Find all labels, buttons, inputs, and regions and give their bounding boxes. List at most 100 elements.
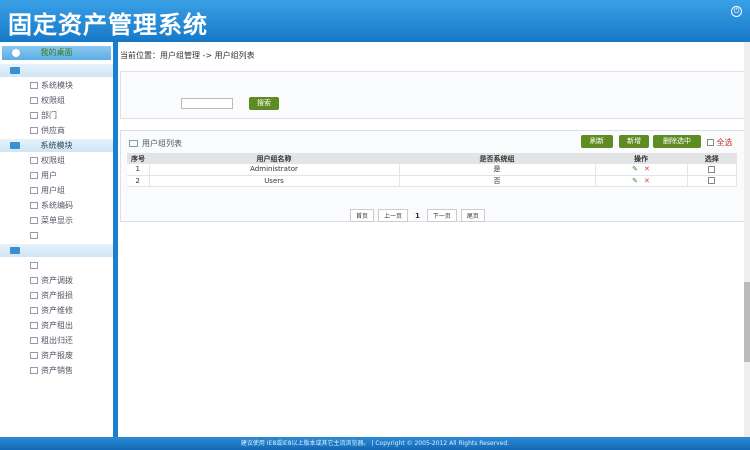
footer: 建议使用 IE8或IE8以上版本或其它主流浏览器。 | Copyright © … <box>0 437 750 450</box>
select-all-label: 全选 <box>716 138 733 147</box>
sidebar-desktop[interactable]: 我的桌面 <box>2 46 111 60</box>
user-group-table: 序号 用户组名称 是否系统组 操作 选择 1 Administrator 是 ✎… <box>127 153 737 187</box>
sidebar-group[interactable]: 系统模块 <box>0 139 113 152</box>
col-select: 选择 <box>687 153 737 164</box>
page-icon <box>30 337 38 344</box>
sidebar-item-label: 菜单显示 <box>41 216 73 225</box>
row-checkbox[interactable] <box>708 165 716 173</box>
table-row: 2 Users 否 ✎ ✕ <box>127 175 737 187</box>
row-system: 是 <box>399 164 596 176</box>
sidebar-item-label: 资产销售 <box>41 366 73 375</box>
sidebar-item[interactable]: 资产销售 <box>0 363 113 378</box>
search-input[interactable] <box>181 98 233 109</box>
delete-selected-button[interactable]: 删除选中 <box>653 135 701 148</box>
edit-icon[interactable]: ✎ <box>632 165 638 173</box>
app-title: 固定资产管理系统 <box>8 11 208 39</box>
add-button[interactable]: 新增 <box>619 135 649 148</box>
sidebar-item-label: 资产调拨 <box>41 276 73 285</box>
folder-icon <box>10 247 20 254</box>
sidebar-item-label: 用户组 <box>41 186 65 195</box>
breadcrumb: 当前位置：用户组管理 -> 用户组列表 <box>120 51 255 60</box>
sidebar-item[interactable]: 菜单显示 <box>0 213 113 228</box>
sidebar-item-label: 部门 <box>41 111 57 120</box>
scrollbar[interactable] <box>744 42 750 437</box>
page-icon <box>30 262 38 269</box>
sidebar-item[interactable]: 资产租出 <box>0 318 113 333</box>
sidebar-item-label: 供应商 <box>41 126 65 135</box>
sidebar-item[interactable]: 资产调拨 <box>0 273 113 288</box>
list-title-text: 用户组列表 <box>142 139 182 148</box>
prev-page[interactable]: 上一页 <box>378 209 409 222</box>
sidebar-item[interactable]: 资产报废 <box>0 348 113 363</box>
page-icon <box>30 127 38 134</box>
sidebar-group[interactable] <box>0 64 113 77</box>
page-icon <box>30 322 38 329</box>
last-page[interactable]: 尾页 <box>460 209 485 222</box>
page-icon <box>30 367 38 374</box>
next-page[interactable]: 下一页 <box>426 209 457 222</box>
sidebar-item[interactable]: 部门 <box>0 108 113 123</box>
page-icon <box>30 97 38 104</box>
row-select <box>687 175 737 187</box>
sidebar-item[interactable]: 资产维修 <box>0 303 113 318</box>
sidebar-item-label: 系统模块 <box>41 81 73 90</box>
sidebar-item-label: 权限组 <box>41 156 65 165</box>
select-all[interactable]: 全选 <box>707 137 733 148</box>
row-no: 2 <box>127 175 150 187</box>
page-icon <box>30 217 38 224</box>
col-system: 是否系统组 <box>399 153 595 164</box>
row-name: Users <box>149 175 400 187</box>
header: 固定资产管理系统 ⏻ <box>0 0 750 42</box>
list-icon <box>129 140 138 147</box>
pagination: 首页 上一页 1 下一页 尾页 <box>350 209 485 222</box>
sidebar: 我的桌面 系统模块 权限组 部门 供应商 系统模块 权限组 用户 用户组 系统编码 菜单显示 资产调… <box>0 42 113 437</box>
page-icon <box>30 352 38 359</box>
sidebar-item[interactable]: 供应商 <box>0 123 113 138</box>
select-all-checkbox[interactable] <box>707 139 714 146</box>
folder-icon <box>10 67 20 74</box>
sidebar-item[interactable]: 用户 <box>0 168 113 183</box>
current-page: 1 <box>415 211 420 220</box>
sidebar-item[interactable]: 权限组 <box>0 93 113 108</box>
sidebar-item[interactable]: 用户组 <box>0 183 113 198</box>
folder-icon <box>10 142 20 149</box>
col-no: 序号 <box>127 153 149 164</box>
power-icon[interactable]: ⏻ <box>731 6 742 17</box>
row-name: Administrator <box>149 164 400 176</box>
row-actions: ✎ ✕ <box>595 175 688 187</box>
page-icon <box>30 202 38 209</box>
sidebar-item[interactable] <box>0 228 113 243</box>
sidebar-item-label: 权限组 <box>41 96 65 105</box>
page-icon <box>30 172 38 179</box>
scrollbar-thumb[interactable] <box>744 282 750 362</box>
sidebar-item[interactable] <box>0 258 113 273</box>
col-name: 用户组名称 <box>149 153 399 164</box>
desktop-label: 我的桌面 <box>40 48 73 57</box>
edit-icon[interactable]: ✎ <box>632 177 638 185</box>
sidebar-item[interactable]: 系统模块 <box>0 78 113 93</box>
page-icon <box>30 112 38 119</box>
sidebar-item-label: 资产报损 <box>41 291 73 300</box>
home-icon <box>12 49 20 57</box>
search-panel: 搜索 <box>120 71 746 119</box>
refresh-button[interactable]: 刷新 <box>581 135 613 148</box>
search-button[interactable]: 搜索 <box>249 97 279 110</box>
sidebar-item-label: 资产报废 <box>41 351 73 360</box>
delete-icon[interactable]: ✕ <box>644 165 650 173</box>
delete-icon[interactable]: ✕ <box>644 177 650 185</box>
sidebar-item[interactable]: 权限组 <box>0 153 113 168</box>
row-checkbox[interactable] <box>708 177 716 184</box>
page-icon <box>30 307 38 314</box>
first-page[interactable]: 首页 <box>350 209 375 222</box>
col-actions: 操作 <box>595 153 687 164</box>
page-icon <box>30 232 38 239</box>
sidebar-item-label: 租出归还 <box>41 336 73 345</box>
page-icon <box>30 277 38 284</box>
page-icon <box>30 292 38 299</box>
sidebar-group[interactable] <box>0 244 113 257</box>
sidebar-item-label: 资产维修 <box>41 306 73 315</box>
sidebar-item[interactable]: 租出归还 <box>0 333 113 348</box>
sidebar-item-label: 系统编码 <box>41 201 73 210</box>
sidebar-item[interactable]: 资产报损 <box>0 288 113 303</box>
sidebar-item[interactable]: 系统编码 <box>0 198 113 213</box>
